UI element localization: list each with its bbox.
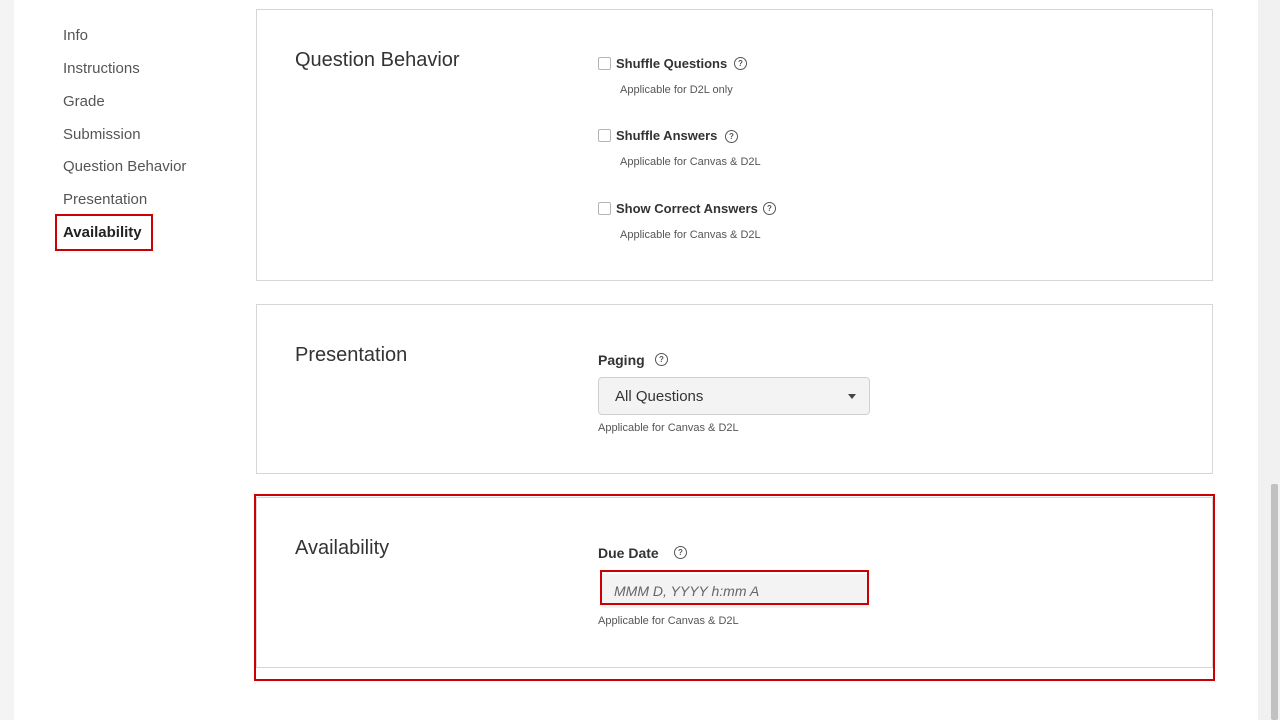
availability-section: Availability Due Date ? MMM D, YYYY h:mm… (256, 497, 1213, 668)
section-title-presentation: Presentation (295, 344, 408, 366)
paging-select[interactable]: All Questions (598, 377, 870, 415)
question-circle-icon[interactable]: ? (725, 130, 738, 143)
shuffle-answers-label[interactable]: Shuffle Answers (616, 128, 717, 143)
scrollbar-thumb[interactable] (1271, 484, 1278, 720)
shuffle-answers-hint: Applicable for Canvas & D2L (620, 156, 761, 168)
due-date-hint: Applicable for Canvas & D2L (598, 615, 739, 627)
show-correct-answers-hint: Applicable for Canvas & D2L (620, 229, 761, 241)
paging-select-value: All Questions (615, 388, 704, 405)
due-date-placeholder: MMM D, YYYY h:mm A (614, 583, 760, 599)
due-date-input[interactable]: MMM D, YYYY h:mm A (602, 574, 868, 608)
caret-down-icon (848, 394, 856, 399)
sidebar-item-presentation[interactable]: Presentation (63, 191, 147, 208)
section-title-question-behavior: Question Behavior (295, 49, 460, 71)
scrollbar[interactable] (1258, 0, 1280, 720)
sidebar-item-grade[interactable]: Grade (63, 93, 105, 110)
show-correct-answers-checkbox[interactable] (598, 202, 611, 215)
paging-label: Paging (598, 352, 645, 368)
sidebar-item-instructions[interactable]: Instructions (63, 60, 140, 77)
question-circle-icon[interactable]: ? (674, 546, 687, 559)
question-behavior-section: Question Behavior Shuffle Questions ? Ap… (256, 9, 1213, 281)
due-date-label: Due Date (598, 545, 659, 561)
show-correct-answers-label[interactable]: Show Correct Answers (616, 201, 758, 216)
sidebar-highlight-box (55, 214, 153, 251)
question-circle-icon[interactable]: ? (655, 353, 668, 366)
shuffle-questions-hint: Applicable for D2L only (620, 84, 733, 96)
shuffle-answers-checkbox[interactable] (598, 129, 611, 142)
question-circle-icon[interactable]: ? (763, 202, 776, 215)
presentation-section: Presentation Paging ? All Questions Appl… (256, 304, 1213, 474)
section-title-availability: Availability (295, 537, 390, 559)
sidebar-item-question-behavior[interactable]: Question Behavior (63, 158, 186, 175)
sidebar-item-submission[interactable]: Submission (63, 126, 141, 143)
question-circle-icon[interactable]: ? (734, 57, 747, 70)
paging-hint: Applicable for Canvas & D2L (598, 422, 739, 434)
shuffle-questions-label[interactable]: Shuffle Questions (616, 56, 727, 71)
shuffle-questions-checkbox[interactable] (598, 57, 611, 70)
sidebar-item-info[interactable]: Info (63, 27, 88, 44)
